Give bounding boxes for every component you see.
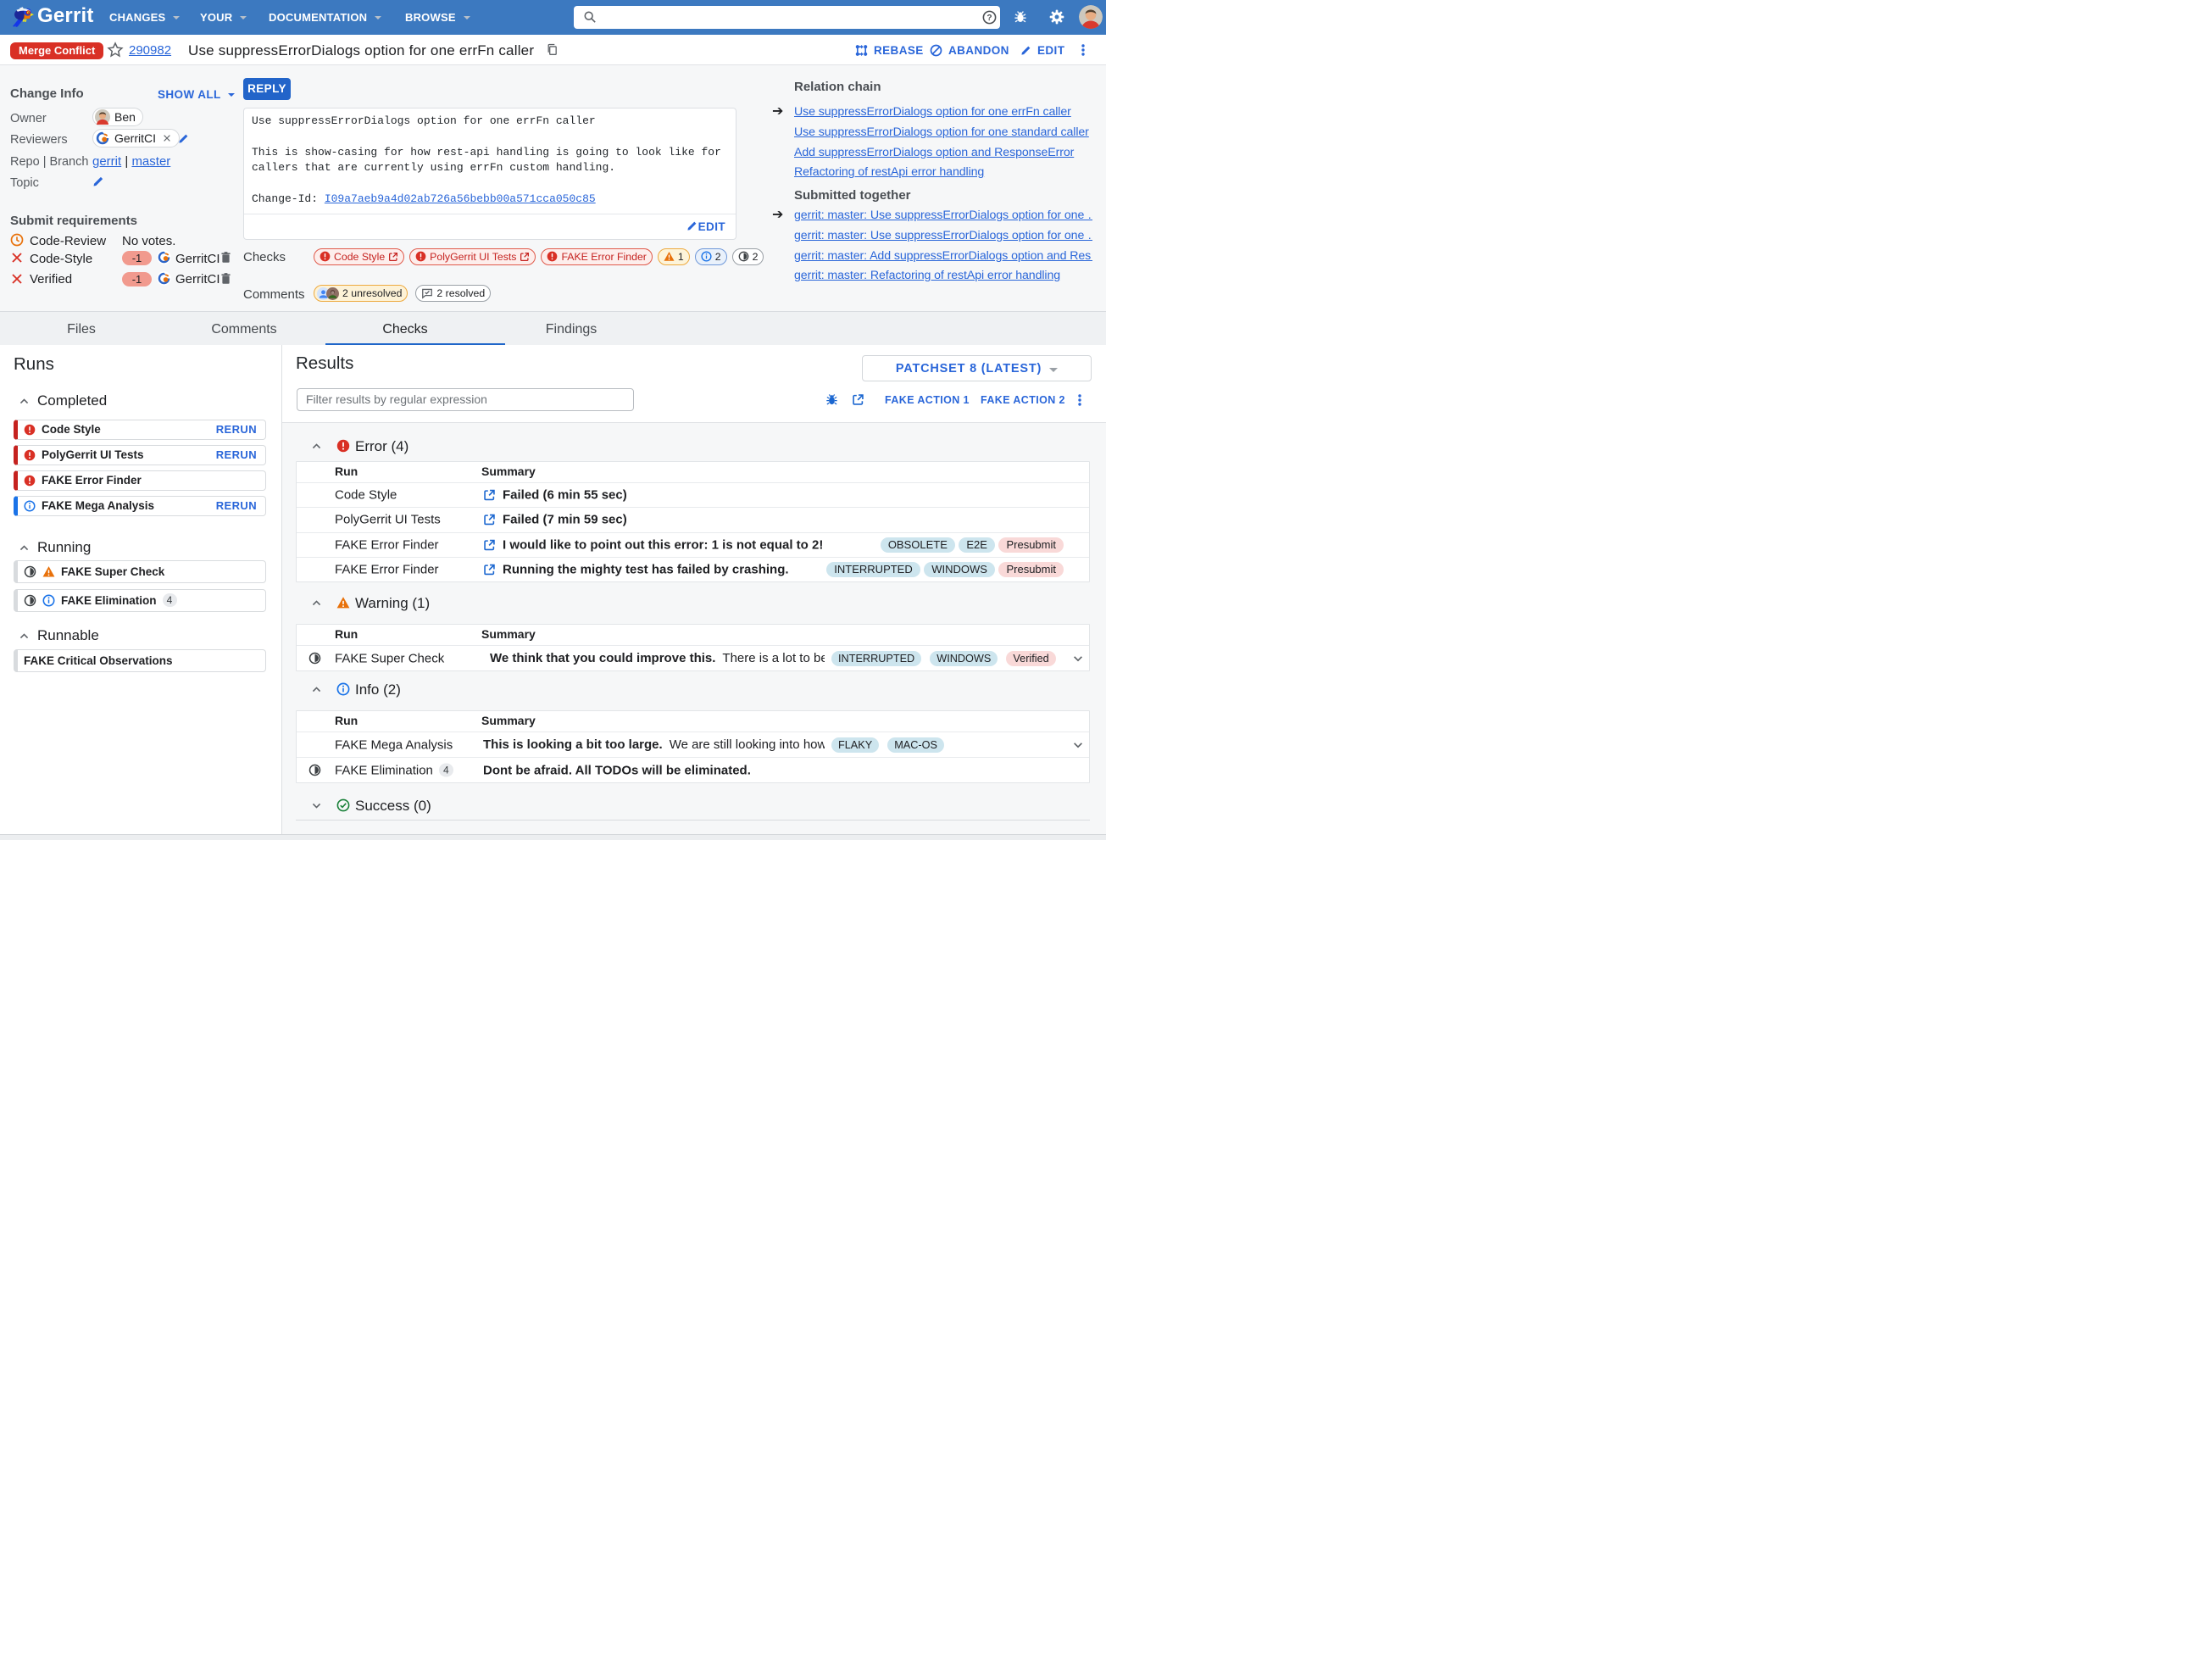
svg-text:?: ? — [987, 14, 992, 23]
